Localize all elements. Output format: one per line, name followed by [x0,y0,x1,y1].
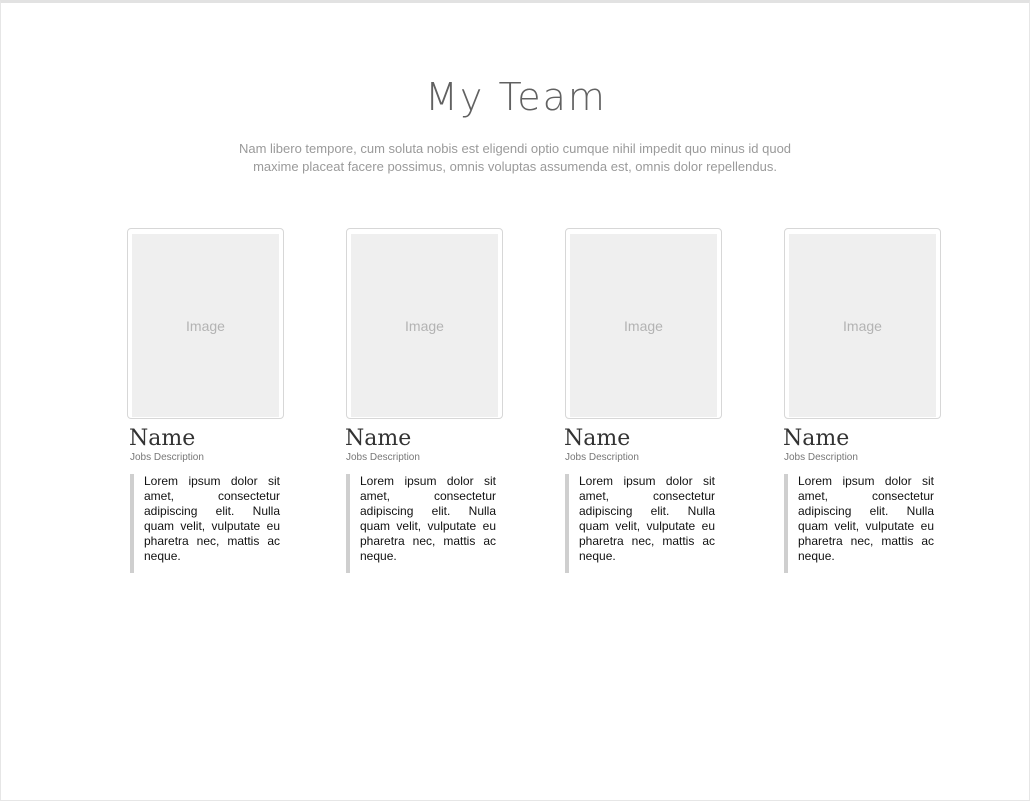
member-name: Name [783,426,850,451]
member-photo-placeholder: Image [132,234,279,417]
page-title: My Team [425,75,607,119]
member-job-description: Jobs Description [565,452,639,463]
member-job-description: Jobs Description [130,452,204,463]
member-name: Name [345,426,412,451]
member-bio: Lorem ipsum dolor sit amet, consectetur … [784,474,934,573]
image-placeholder-label: Image [186,317,225,334]
member-name: Name [129,426,196,451]
image-placeholder-label: Image [843,317,882,334]
member-name: Name [564,426,631,451]
member-photo-frame: Image [565,228,722,419]
image-placeholder-label: Image [405,317,444,334]
member-bio: Lorem ipsum dolor sit amet, consectetur … [130,474,280,573]
member-bio: Lorem ipsum dolor sit amet, consectetur … [346,474,496,573]
image-placeholder-label: Image [624,317,663,334]
member-job-description: Jobs Description [346,452,420,463]
member-photo-frame: Image [346,228,503,419]
member-photo-frame: Image [784,228,941,419]
member-photo-placeholder: Image [570,234,717,417]
page-subtitle: Nam libero tempore, cum soluta nobis est… [238,141,792,174]
page-frame: My Team Nam libero tempore, cum soluta n… [0,0,1030,801]
member-bio: Lorem ipsum dolor sit amet, consectetur … [565,474,715,573]
member-job-description: Jobs Description [784,452,858,463]
member-photo-placeholder: Image [789,234,936,417]
member-photo-placeholder: Image [351,234,498,417]
member-photo-frame: Image [127,228,284,419]
